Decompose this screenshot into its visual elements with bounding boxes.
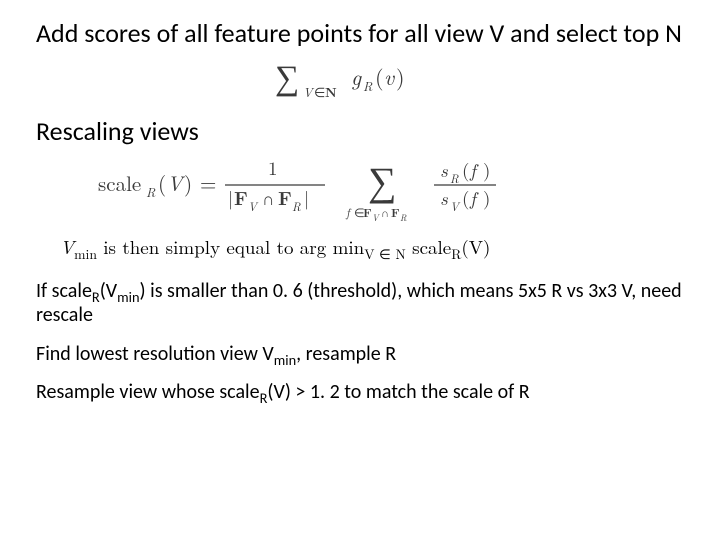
svg-text:1: 1	[268, 154, 278, 181]
svg-text:f: f	[469, 184, 479, 211]
stmt-v: V	[60, 233, 74, 260]
svg-text:∑: ∑	[275, 55, 299, 99]
heading-main: Add scores of all feature points for all…	[36, 18, 684, 49]
svg-text:V: V	[450, 198, 461, 215]
p2-sub: min	[274, 351, 296, 369]
svg-text:|: |	[304, 184, 309, 211]
svg-text:s: s	[440, 184, 448, 211]
svg-text:(: (	[158, 168, 166, 198]
svg-text:V: V	[372, 211, 380, 223]
svg-text:scale: scale	[98, 168, 141, 198]
svg-text:∩: ∩	[262, 186, 274, 210]
stmt-tail-sub: R	[451, 244, 461, 263]
p2-b: , resample R	[296, 342, 396, 366]
svg-text:f: f	[345, 204, 352, 221]
svg-text:s: s	[440, 156, 448, 183]
stmt-argmin: arg min	[300, 233, 364, 260]
svg-text:F: F	[278, 183, 292, 211]
svg-text:): )	[184, 168, 192, 198]
stmt-argmin-sub: V ∈ N	[364, 244, 406, 263]
paragraph-find-lowest: Find lowest resolution view Vmin, resamp…	[36, 342, 684, 366]
stmt-tail-end: (V)	[461, 233, 490, 260]
svg-text:V: V	[248, 198, 259, 215]
paragraph-threshold: If scaleR(Vmin) is smaller than 0. 6 (th…	[36, 279, 684, 328]
statement-vmin: Vmin is then simply equal to arg minV ∈ …	[60, 234, 684, 261]
svg-text:): )	[483, 184, 490, 211]
svg-text:): )	[483, 156, 490, 183]
p1-b: (V	[100, 279, 117, 303]
svg-text:F: F	[391, 203, 400, 221]
svg-text:(: (	[375, 61, 384, 92]
formula-scale-svg: scale R ( V ) = 1 | F V ∩ F R | ∑ f ∈	[90, 149, 630, 223]
svg-text:f: f	[469, 156, 479, 183]
stmt-mid: is then simply equal to	[97, 233, 300, 260]
svg-text:R: R	[363, 76, 373, 95]
svg-text:F: F	[363, 203, 372, 221]
svg-text:(: (	[462, 184, 469, 211]
svg-text:v: v	[384, 61, 395, 92]
heading-rescaling: Rescaling views	[36, 116, 684, 147]
svg-text:(: (	[462, 156, 469, 183]
p3-a: Resample view whose scale	[36, 380, 260, 404]
svg-text:R: R	[146, 182, 156, 201]
svg-text:∩: ∩	[381, 206, 389, 221]
stmt-min-sub: min	[74, 244, 97, 263]
formula-sum: ∑ V ∈ N g R ( v )	[36, 55, 684, 108]
p2-a: Find lowest resolution view V	[36, 342, 274, 366]
paragraph-resample: Resample view whose scaleR(V) > 1. 2 to …	[36, 380, 684, 404]
svg-text:∈: ∈	[314, 82, 325, 101]
svg-text:R: R	[400, 211, 407, 223]
svg-text:∑: ∑	[368, 150, 397, 207]
stmt-tail: scale	[406, 233, 451, 260]
svg-text:): )	[396, 61, 405, 92]
svg-text:=: =	[200, 168, 216, 198]
svg-text:g: g	[351, 61, 362, 92]
svg-text:R: R	[292, 198, 301, 215]
svg-text:|: |	[228, 184, 233, 211]
formula-sum-svg: ∑ V ∈ N g R ( v )	[265, 55, 455, 103]
svg-text:F: F	[234, 183, 248, 211]
formula-scale: scale R ( V ) = 1 | F V ∩ F R | ∑ f ∈	[36, 149, 684, 228]
p1-sub2: min	[117, 288, 139, 306]
p1-sub1: R	[92, 288, 100, 306]
p3-b: (V) > 1. 2 to match the scale of R	[267, 380, 529, 404]
svg-text:N: N	[325, 82, 337, 101]
p1-a: If scale	[36, 279, 92, 303]
